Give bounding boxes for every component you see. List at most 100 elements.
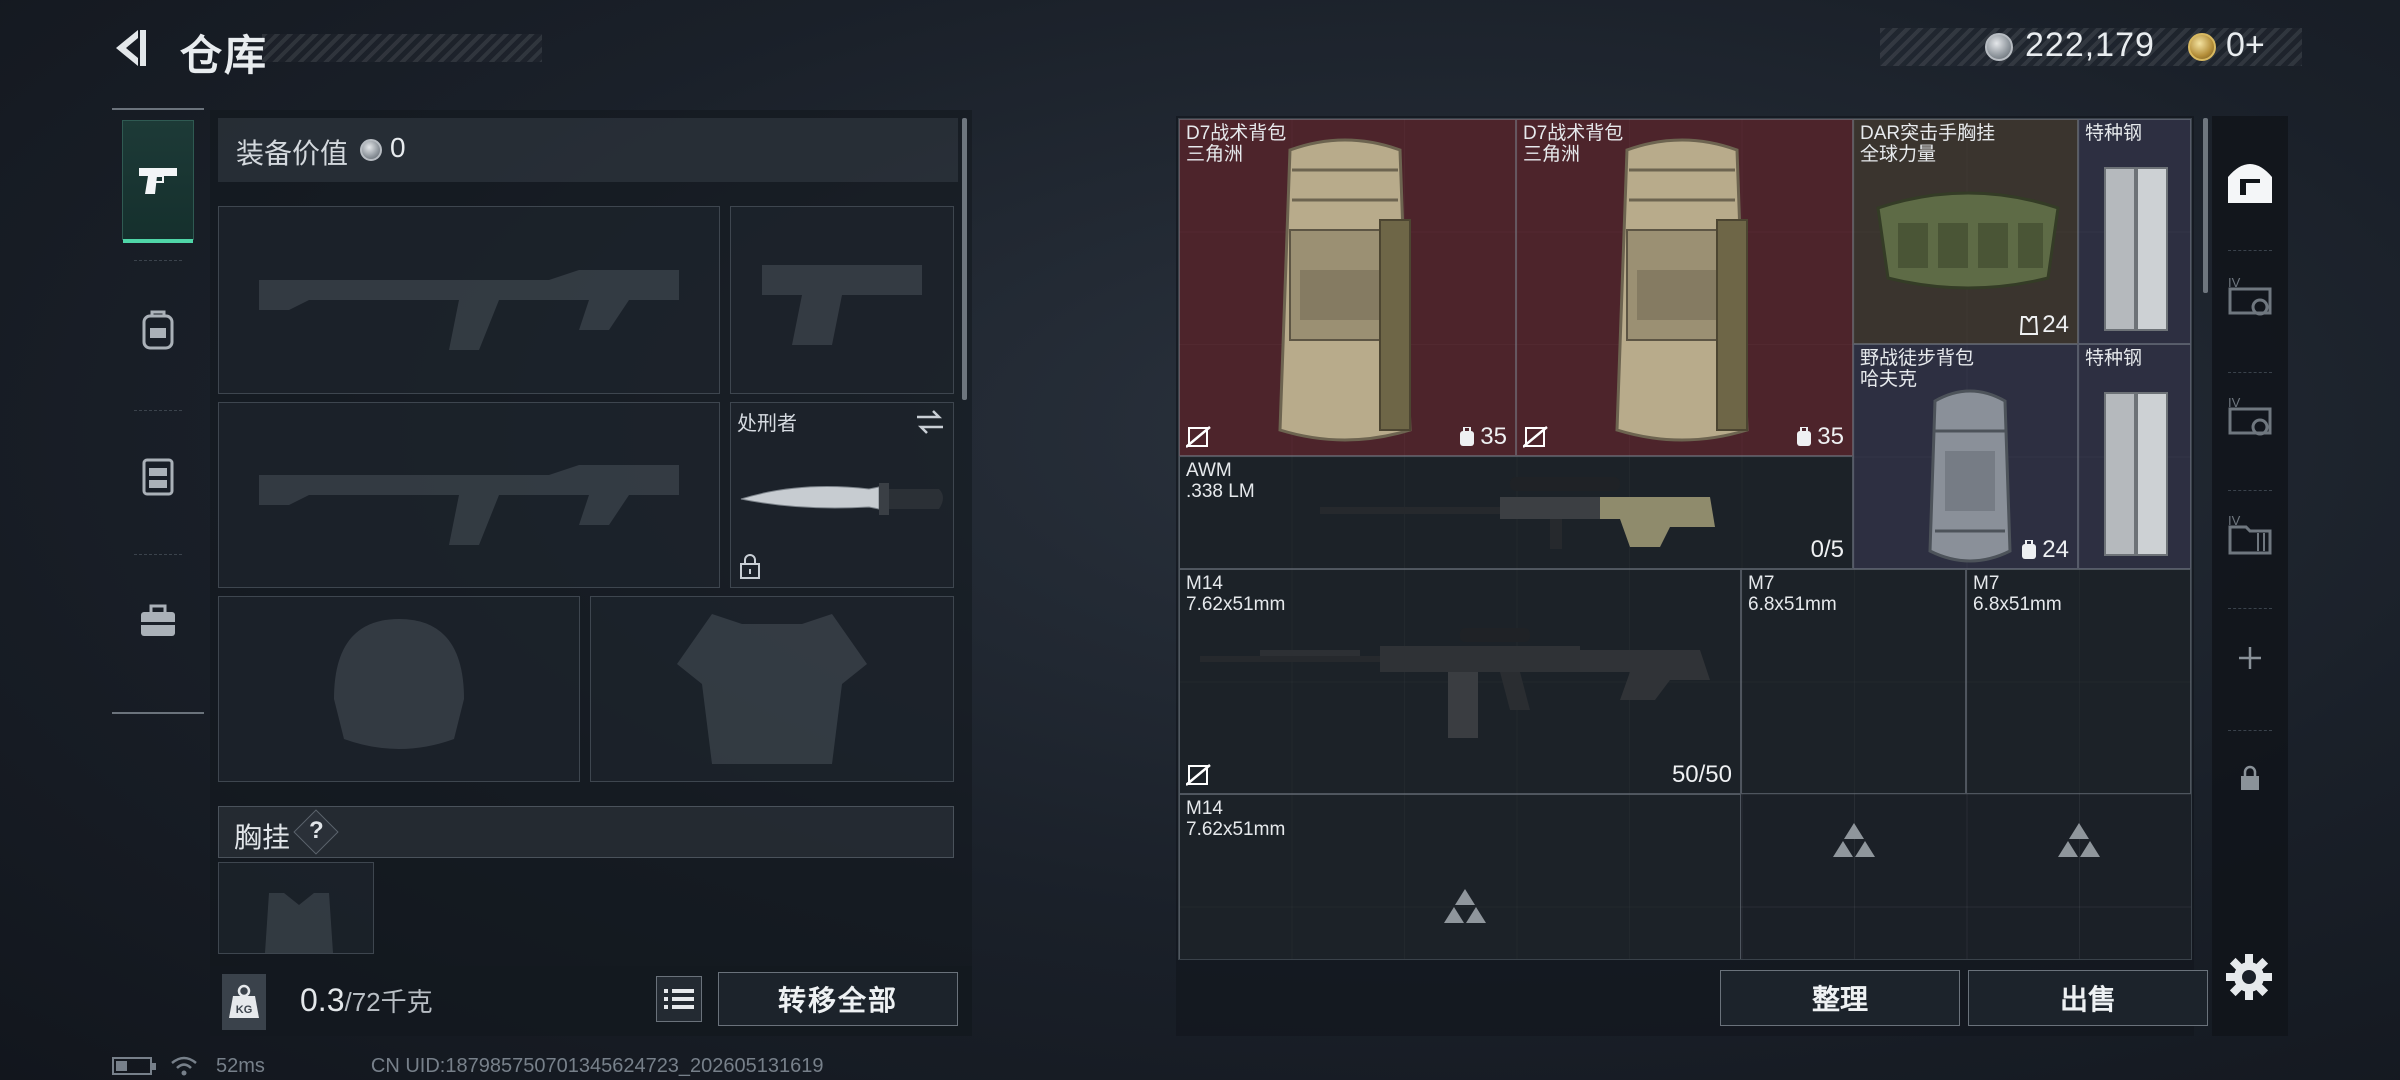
body-armor-slot[interactable] (590, 596, 954, 782)
item-subtitle: .338 LM (1186, 481, 1255, 502)
backpack-small-icon (2022, 540, 2037, 559)
chest-rig-slot[interactable] (218, 862, 374, 954)
item-name: 特种钢 (2085, 123, 2143, 144)
combat-knife-icon (740, 483, 943, 515)
sniper-rifle-icon (1320, 477, 1715, 549)
armor-silhouette-icon (677, 614, 867, 764)
item-subtitle: 7.62x51mm (1186, 819, 1286, 840)
title-decoration (262, 34, 542, 62)
equipment-value-label: 装备价值 (236, 138, 349, 169)
sell-button[interactable]: 出售 (1968, 970, 2208, 1026)
lock-icon (2241, 765, 2259, 790)
stash-item[interactable]: M14 7.62x51mm 50/50 (1179, 569, 1741, 794)
rifle-silhouette-icon (259, 465, 679, 545)
stash-tab-2[interactable]: IV (2212, 256, 2288, 336)
status-bar: 52ms CN UID:187985750701345624723_202605… (112, 1054, 824, 1078)
backpack-item-icon (1928, 389, 2012, 563)
stash-tab-iv-icon: IV (2228, 513, 2272, 555)
helmet-slot[interactable] (218, 596, 580, 782)
stash-item[interactable]: AWM .338 LM 0/5 (1179, 456, 1853, 569)
transfer-all-button[interactable]: 转移全部 (718, 972, 958, 1026)
item-subtitle: 三角洲 (1523, 144, 1581, 165)
settings-button[interactable] (2224, 952, 2274, 1002)
chest-rig-label: 胸挂 (234, 822, 291, 853)
steel-ingot-icon (2104, 167, 2168, 331)
no-insure-icon (1186, 764, 1211, 786)
stash-item[interactable]: D7战术背包 三角洲 35 (1516, 119, 1853, 456)
ping-readout: 52ms (216, 1054, 265, 1077)
stash-scrollbar[interactable] (2203, 118, 2208, 293)
loadout-tab-rail (112, 108, 204, 714)
stash-item[interactable]: 特种钢 (2078, 344, 2191, 569)
primary-weapon-slot[interactable] (218, 402, 720, 588)
pistol-icon (139, 168, 177, 194)
item-name: M7 (1973, 573, 2000, 594)
stash-item[interactable]: DAR突击手胸挂 全球力量 24 (1853, 119, 2078, 344)
silver-amount: 222,179 (2025, 26, 2155, 64)
list-view-button[interactable] (656, 976, 702, 1022)
tab-separator (2228, 730, 2272, 731)
item-capacity: 35 (1795, 423, 1844, 451)
tab-separator (134, 260, 182, 261)
tab-backpack[interactable] (122, 270, 194, 390)
tab-toolbox[interactable] (122, 560, 194, 680)
tab-vest[interactable] (122, 416, 194, 536)
tab-separator (2228, 608, 2272, 609)
melee-weapon-slot[interactable]: 处刑者 (730, 402, 954, 588)
loading-icon (1444, 889, 1486, 923)
item-name: 野战徒步背包 (1860, 348, 1975, 369)
steel-ingot-icon (2104, 392, 2168, 556)
page-title: 仓库 (180, 32, 269, 79)
weight-kg-icon: KG (229, 984, 259, 1018)
item-name: DAR突击手胸挂 (1860, 123, 1996, 144)
loading-icon (2058, 823, 2100, 857)
stash-tab-4[interactable]: IV (2212, 494, 2288, 574)
item-ammo: 50/50 (1671, 761, 1732, 788)
silver-coin-icon (1985, 33, 2013, 61)
tab-separator (134, 554, 182, 555)
helmet-silhouette-icon (334, 619, 464, 749)
locked-stash-tab[interactable] (2212, 740, 2288, 816)
stash-tab-iv-icon: IV (2228, 395, 2272, 436)
swap-icon[interactable] (915, 409, 945, 435)
stash-item[interactable]: M14 7.62x51mm (1179, 794, 1741, 959)
loadout-scrollbar[interactable] (962, 118, 967, 400)
gold-amount[interactable]: 0+ (2226, 26, 2265, 65)
weight-max: /72千克 (344, 987, 433, 1017)
primary-weapon-slot[interactable] (218, 206, 720, 394)
stash-item[interactable]: M7 6.8x51mm (1741, 569, 1966, 794)
battery-icon (112, 1057, 156, 1075)
stash-item[interactable]: 野战徒步背包 哈夫克 24 (1853, 344, 2078, 569)
secondary-weapon-slot[interactable] (730, 206, 954, 394)
chest-rig-silhouette-icon (265, 893, 333, 953)
backpack-small-icon (1460, 427, 1475, 446)
lock-icon (740, 554, 760, 579)
weight-readout: 0.3/72千克 (300, 982, 433, 1019)
add-stash-tab-button[interactable] (2212, 618, 2288, 698)
tab-separator (134, 410, 182, 411)
stash-tab-main[interactable] (2212, 140, 2288, 220)
tab-weapons[interactable] (122, 120, 194, 243)
stash-item[interactable]: M7 6.8x51mm (1966, 569, 2191, 794)
sort-button[interactable]: 整理 (1720, 970, 1960, 1026)
pistol-silhouette-icon (762, 265, 922, 345)
equipment-value: 0 (390, 132, 406, 163)
stash-item[interactable]: D7战术背包 三角洲 35 (1179, 119, 1516, 456)
melee-weapon-name: 处刑者 (737, 413, 797, 435)
stash-tab-3[interactable]: IV (2212, 376, 2288, 456)
item-capacity-value: 35 (1480, 423, 1507, 450)
item-name: AWM (1186, 460, 1232, 481)
tab-separator (2228, 372, 2272, 373)
plus-icon (2239, 647, 2261, 669)
chest-rig-item-icon (1876, 191, 2060, 290)
user-uid: CN UID:187985750701345624723_20260513161… (370, 1054, 824, 1077)
item-capacity-value: 24 (2042, 311, 2069, 338)
stash-tab-rail (2212, 116, 2288, 1036)
silver-coin-icon (360, 139, 382, 161)
svg-text:KG: KG (236, 1004, 253, 1016)
no-insure-icon (1523, 426, 1548, 448)
back-arrow-icon (116, 30, 146, 66)
stash-item[interactable]: 特种钢 (2078, 119, 2191, 344)
back-button[interactable] (108, 26, 152, 70)
vest-icon (142, 458, 174, 496)
